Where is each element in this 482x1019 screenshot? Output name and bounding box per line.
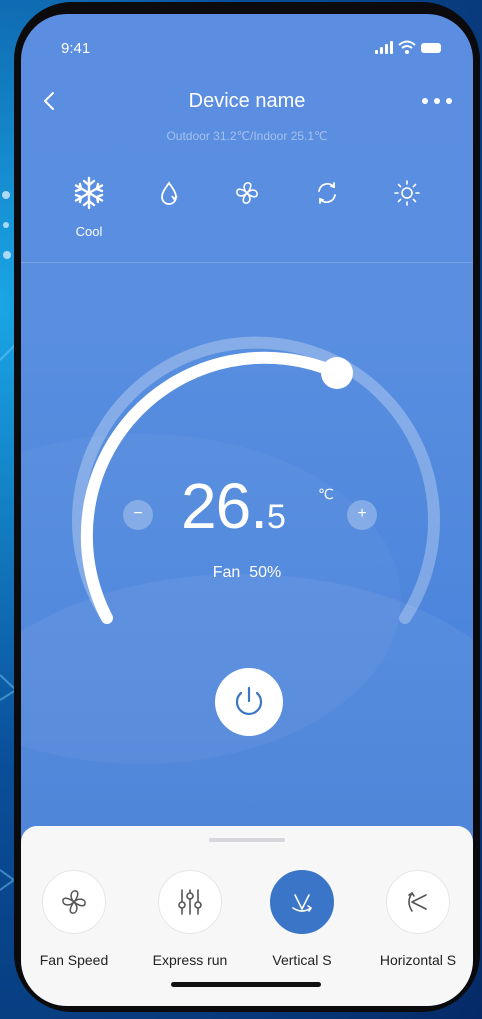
plus-icon: +	[357, 505, 367, 522]
function-panel: Fan Speed Express run Vertical S Horizon…	[21, 826, 473, 1006]
minus-icon: −	[133, 505, 143, 522]
fan-value: 50%	[249, 564, 282, 581]
temperature-value: 26.5	[181, 469, 321, 543]
function-label: Vertical S	[272, 952, 332, 968]
temperature-decimal: 5	[266, 498, 286, 536]
function-fan-speed[interactable]: Fan Speed	[21, 870, 129, 968]
function-label: Fan Speed	[39, 952, 109, 968]
dial-thumb[interactable]	[321, 357, 353, 389]
function-icon-circle	[158, 870, 222, 934]
fan-status: Fan 50%	[21, 564, 473, 582]
fan-label: Fan	[212, 564, 241, 581]
vertical-swing-icon	[292, 894, 312, 912]
function-label: Horizontal S	[379, 952, 457, 968]
temperature-unit: ℃	[318, 486, 334, 502]
temperature-integer: 26.	[181, 470, 268, 542]
app-screen: 9:41 Device name Outdoor 31.2℃/Indoor 25…	[21, 14, 473, 1006]
power-button[interactable]	[215, 668, 283, 736]
sheet-handle[interactable]	[209, 838, 285, 842]
function-icon-circle	[270, 870, 334, 934]
horizontal-swing-icon	[408, 892, 427, 912]
sliders-icon	[178, 889, 202, 915]
function-horizontal-swing[interactable]: Horizontal S	[363, 870, 473, 968]
increase-temp-button[interactable]: +	[347, 500, 377, 530]
home-indicator[interactable]	[171, 982, 321, 987]
function-vertical-swing[interactable]: Vertical S	[247, 870, 357, 968]
function-label: Express run	[152, 952, 228, 968]
function-express-run[interactable]: Express run	[135, 870, 245, 968]
function-icon-circle	[386, 870, 450, 934]
decrease-temp-button[interactable]: −	[123, 500, 153, 530]
fan-speed-icon	[62, 890, 86, 914]
function-icon-circle	[42, 870, 106, 934]
power-icon	[235, 686, 263, 715]
